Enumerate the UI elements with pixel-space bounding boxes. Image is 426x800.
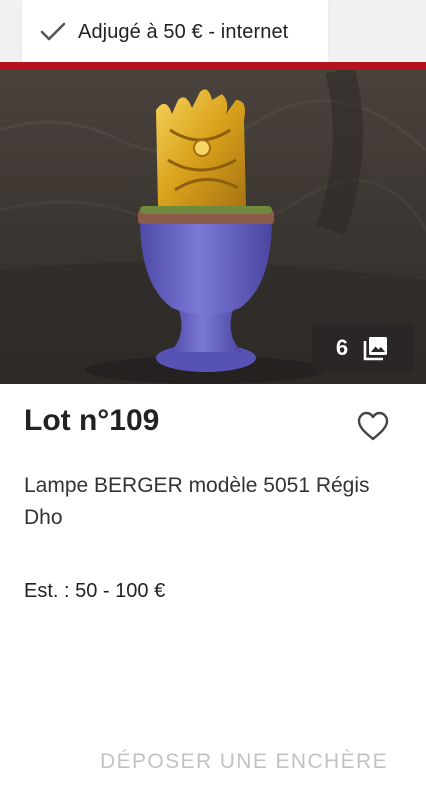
lot-photo[interactable]: 6 xyxy=(0,70,426,384)
gallery-icon xyxy=(363,337,388,361)
place-bid-button[interactable]: DÉPOSER UNE ENCHÈRE xyxy=(96,742,402,782)
lot-description: Lampe BERGER modèle 5051 Régis Dho xyxy=(24,474,370,529)
photo-count: 6 xyxy=(335,335,349,360)
sale-status-tab: Adjugé à 50 € - internet xyxy=(22,0,328,64)
lot-title: Lot n°109 xyxy=(24,404,160,437)
accent-bar xyxy=(0,62,426,70)
check-icon xyxy=(40,22,66,41)
heart-outline-icon[interactable] xyxy=(356,410,390,442)
lot-estimate: Est. : 50 - 100 € xyxy=(24,580,166,602)
photo-count-badge[interactable]: 6 xyxy=(312,324,414,372)
sale-status-text: Adjugé à 50 € - internet xyxy=(78,20,289,43)
